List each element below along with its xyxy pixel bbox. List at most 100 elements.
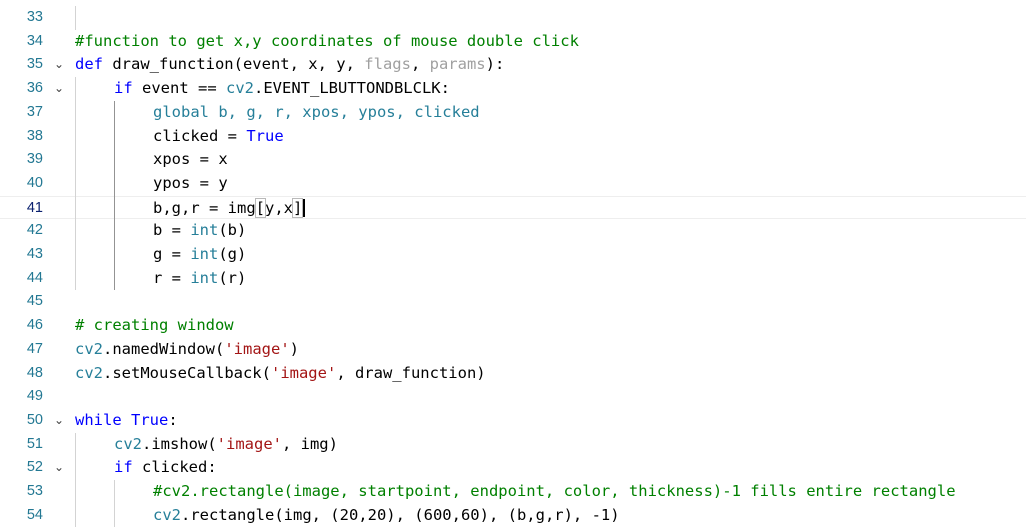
- code-token: True: [246, 126, 284, 145]
- line-number: 39: [26, 151, 43, 168]
- fold-chevron-icon[interactable]: ⌄: [51, 409, 67, 433]
- code-token: cv2: [114, 434, 142, 453]
- code-editor[interactable]: 33 34 #function to get x,y coordinates of …: [0, 0, 1026, 531]
- indent-guide: [114, 100, 115, 291]
- code-token: int: [190, 245, 219, 263]
- line-number: 44: [26, 269, 43, 286]
- fold-chevron-icon[interactable]: ⌄: [51, 456, 67, 480]
- line-number: 53: [26, 483, 43, 499]
- code-text: xpos = x: [153, 148, 228, 172]
- code-token: int: [190, 221, 219, 240]
- code-text: b,g,r = img[y,x]: [153, 197, 306, 221]
- line-number: 46: [26, 317, 43, 334]
- code-token: cv2: [75, 363, 103, 382]
- code-token: 'image': [224, 339, 290, 358]
- code-token: b =: [153, 221, 191, 240]
- code-token: cv2: [153, 505, 181, 524]
- code-line[interactable]: 39 xpos = x: [0, 148, 1026, 172]
- indent-guide: [75, 6, 76, 30]
- line-number: 43: [26, 246, 43, 262]
- text-cursor: [303, 199, 306, 218]
- code-line[interactable]: 35 ⌄ def draw_function(event, x, y, flags,…: [0, 53, 1026, 77]
- code-text: while True:: [75, 409, 178, 433]
- matched-bracket: [: [254, 197, 267, 218]
- code-text: ypos = y: [153, 172, 228, 196]
- code-line[interactable]: 48 cv2.setMouseCallback('image', draw_fun…: [0, 362, 1026, 386]
- code-text: cv2.imshow('image', img): [114, 433, 338, 457]
- code-token: 'image': [270, 363, 337, 382]
- code-token: ypos = y: [153, 173, 228, 192]
- code-token: def: [75, 55, 113, 74]
- line-number: 35: [26, 56, 43, 73]
- code-token: draw_function(event, x, y,: [112, 55, 365, 74]
- code-token: xpos = x: [153, 150, 228, 169]
- code-line[interactable]: 43 g = int(g): [0, 243, 1026, 267]
- code-token: int: [190, 268, 219, 287]
- code-text: cv2.rectangle(img, (20,20), (600,60), (b…: [153, 504, 620, 528]
- code-line[interactable]: 36 ⌄ if event == cv2.EVENT_LBUTTONDBLCLK:: [0, 77, 1026, 101]
- code-line[interactable]: 46 # creating window: [0, 314, 1026, 338]
- code-text: global b, g, r, xpos, ypos, clicked: [153, 101, 480, 125]
- code-token: , img): [281, 434, 338, 453]
- code-token: b,g,r = img: [153, 198, 256, 217]
- line-number: 40: [26, 174, 43, 191]
- code-token: flags: [364, 55, 411, 74]
- line-number: 33: [26, 9, 43, 25]
- line-number: 37: [26, 103, 43, 120]
- code-line[interactable]: 37 global b, g, r, xpos, ypos, clicked: [0, 101, 1026, 125]
- code-token: .namedWindow(: [103, 339, 225, 358]
- code-line[interactable]: 40 ypos = y: [0, 172, 1026, 196]
- code-text: # creating window: [75, 314, 234, 338]
- code-text: g = int(g): [153, 243, 246, 267]
- line-number: 52: [26, 459, 43, 476]
- code-line[interactable]: 52 ⌄ if clicked:: [0, 456, 1026, 480]
- code-token: ):: [485, 55, 505, 74]
- line-number: 48: [26, 364, 43, 381]
- line-number: 49: [26, 388, 43, 405]
- code-token: g =: [153, 245, 191, 263]
- code-line[interactable]: 53 #cv2.rectangle(image, startpoint, endp…: [0, 480, 1026, 504]
- code-token: event ==: [142, 79, 226, 98]
- code-token: r =: [153, 268, 191, 287]
- code-line[interactable]: 42 b = int(b): [0, 219, 1026, 243]
- code-token: .rectangle(img, (20,20), (600,60), (b,g,…: [181, 505, 620, 524]
- code-token: while: [75, 410, 131, 429]
- code-line[interactable]: 34 #function to get x,y coordinates of mo…: [0, 30, 1026, 54]
- line-number: 42: [26, 222, 43, 239]
- fold-chevron-icon[interactable]: ⌄: [51, 53, 67, 77]
- code-token: clicked =: [153, 126, 247, 145]
- code-line[interactable]: 47 cv2.namedWindow('image'): [0, 338, 1026, 362]
- code-line[interactable]: 54 cv2.rectangle(img, (20,20), (600,60), …: [0, 504, 1026, 528]
- code-text: cv2.setMouseCallback('image', draw_funct…: [75, 362, 486, 386]
- code-token: , draw_function): [336, 363, 486, 382]
- indent-guide: [75, 77, 76, 291]
- code-line[interactable]: 50 ⌄ while True:: [0, 409, 1026, 433]
- fold-chevron-icon[interactable]: ⌄: [51, 77, 67, 101]
- code-token: y,x: [265, 198, 293, 217]
- matched-bracket: ]: [291, 197, 304, 218]
- line-number: 47: [26, 340, 43, 357]
- code-line[interactable]: 51 cv2.imshow('image', img): [0, 433, 1026, 457]
- code-line[interactable]: 33: [0, 6, 1026, 30]
- code-text: def draw_function(event, x, y, flags, pa…: [75, 53, 504, 77]
- code-text: b = int(b): [153, 219, 246, 243]
- code-token: True: [131, 410, 169, 429]
- code-text: #cv2.rectangle(image, startpoint, endpoi…: [153, 480, 956, 504]
- code-text: cv2.namedWindow('image'): [75, 338, 299, 362]
- code-token: (b): [218, 221, 247, 240]
- code-token: if: [114, 458, 142, 477]
- code-token: .imshow(: [142, 434, 217, 453]
- code-token: params: [429, 55, 486, 74]
- line-number: 38: [26, 127, 43, 144]
- code-line[interactable]: 49: [0, 385, 1026, 409]
- code-line[interactable]: 45: [0, 290, 1026, 314]
- line-number: 45: [26, 293, 43, 310]
- code-token: 'image': [216, 434, 282, 453]
- code-line[interactable]: 38 clicked = True: [0, 125, 1026, 149]
- code-line[interactable]: 44 r = int(r): [0, 267, 1026, 291]
- line-number: 54: [26, 506, 43, 523]
- code-token: global b, g, r, xpos, ypos, clicked: [153, 102, 480, 121]
- code-text: #function to get x,y coordinates of mous…: [75, 30, 579, 54]
- code-token: cv2: [75, 339, 103, 358]
- code-line[interactable]: 41 b,g,r = img[y,x]: [0, 195, 1026, 221]
